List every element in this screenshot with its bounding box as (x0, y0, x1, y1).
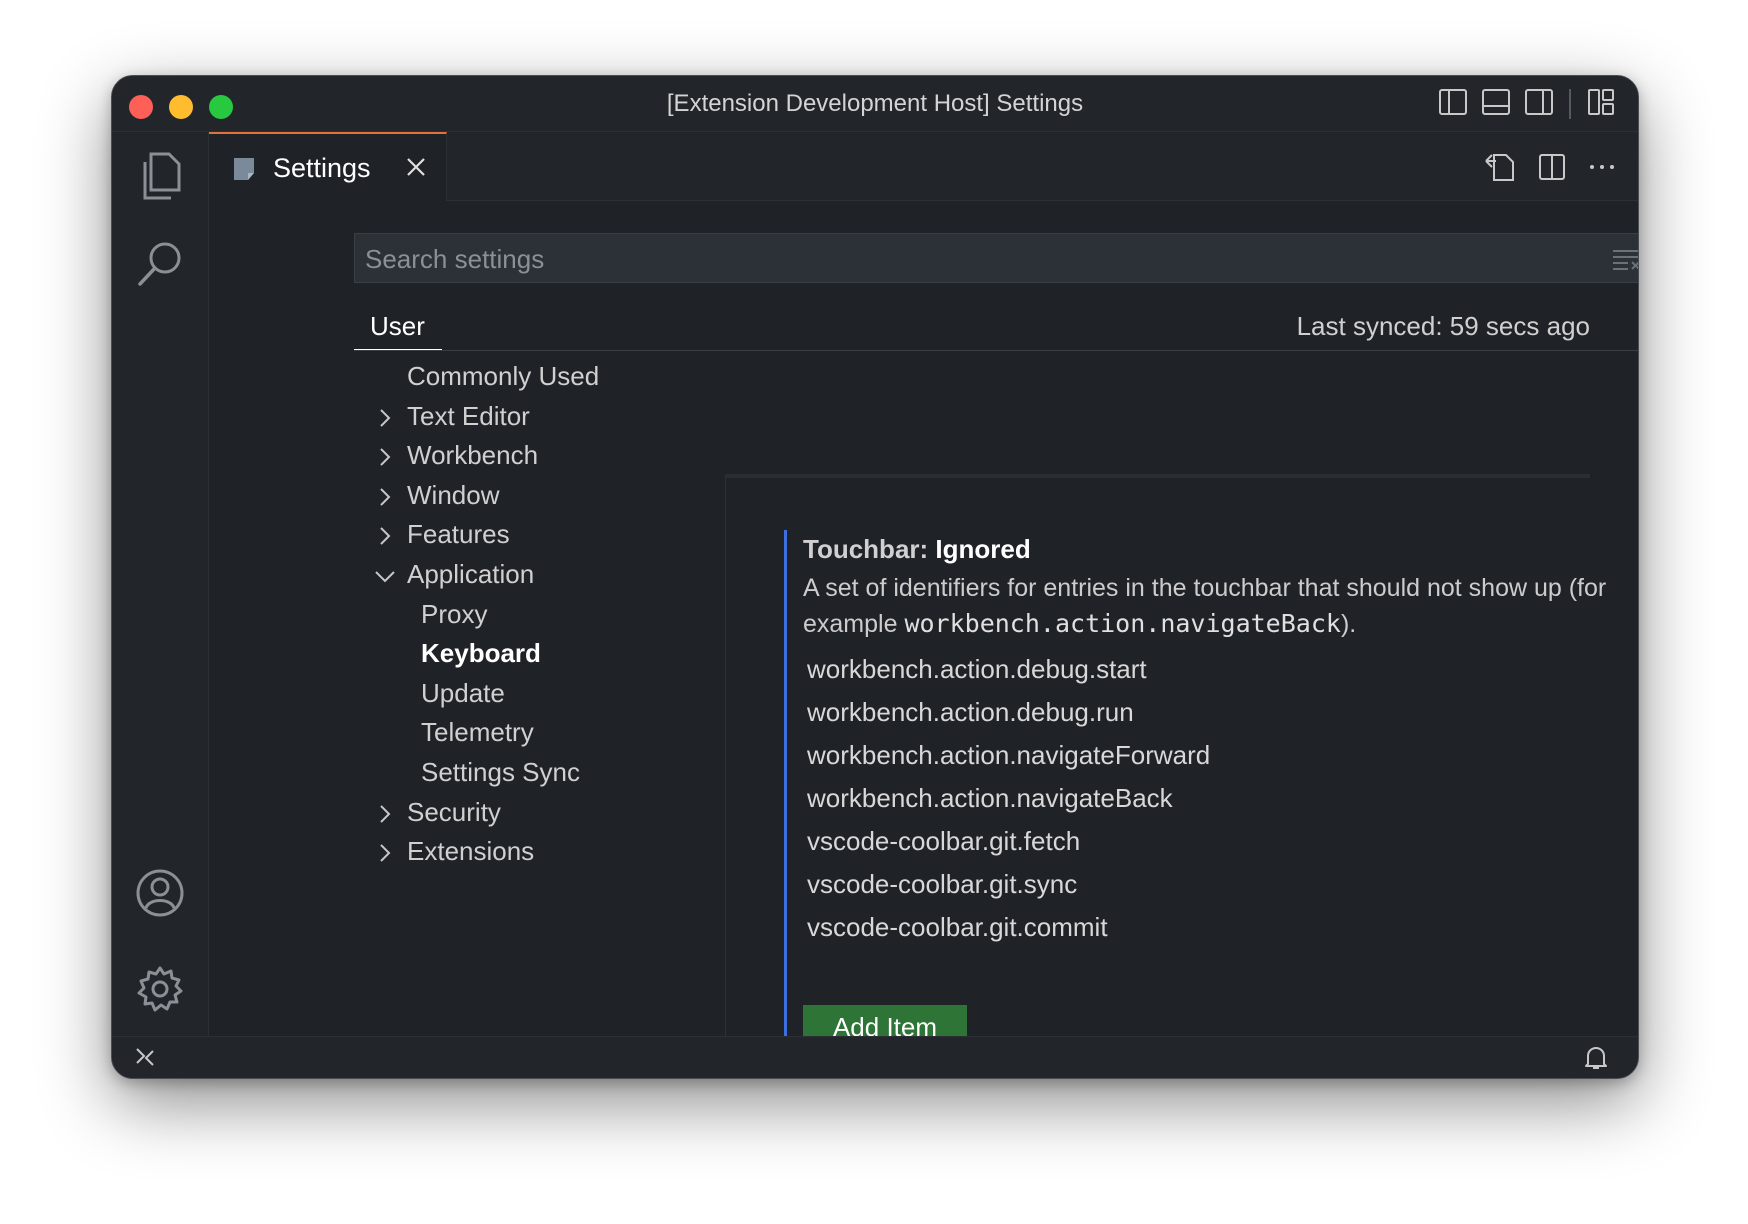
setting-description: A set of identifiers for entries in the … (803, 571, 1633, 642)
toc-item-label: Settings Sync (421, 757, 580, 787)
toc-item-text-editor[interactable]: Text Editor (380, 400, 530, 437)
toc-item-update[interactable]: Update (421, 678, 505, 714)
tab-label: Settings (273, 153, 371, 183)
toc-item-label: Proxy (421, 598, 488, 629)
toc-item-label: Text Editor (407, 400, 530, 431)
layout-separator (1569, 89, 1571, 119)
toggle-secondary-sidebar-icon[interactable] (1524, 87, 1554, 122)
toc-item-label: Workbench (407, 440, 539, 471)
list-item[interactable]: workbench.action.debug.start (807, 654, 1147, 694)
split-editor-icon[interactable] (1538, 153, 1566, 186)
editor-actions (1484, 152, 1616, 187)
chevron-right-icon[interactable] (375, 840, 395, 873)
toc-item-commonly-used[interactable]: Commonly Used (407, 361, 599, 397)
notifications-bell-icon[interactable] (1584, 1045, 1608, 1076)
toc-item-label: Security (407, 796, 501, 827)
toc-item-application[interactable]: Application (375, 559, 535, 595)
chevron-right-icon[interactable] (375, 801, 395, 834)
toc-item-label: Window (407, 479, 500, 510)
remote-icon[interactable] (134, 1045, 156, 1074)
toc-item-label: Update (421, 677, 505, 708)
tab-user-scope[interactable]: User (354, 305, 442, 351)
toc-item-security[interactable]: Security (380, 796, 501, 833)
close-icon[interactable] (405, 156, 427, 183)
chevron-down-icon[interactable] (373, 563, 397, 596)
title-bar: [Extension Development Host] Settings (112, 76, 1638, 132)
list-item[interactable]: vscode-coolbar.git.commit (807, 912, 1108, 952)
layout-controls (1438, 87, 1616, 122)
files-icon[interactable] (133, 149, 187, 203)
settings-list-panel: Touchbar: Ignored A set of identifiers f… (725, 474, 1606, 1060)
chevron-right-icon[interactable] (375, 484, 395, 517)
description-code: workbench.action.navigateBack (904, 609, 1341, 638)
setting-touchbar-ignored: Touchbar: Ignored A set of identifiers f… (784, 530, 1607, 1060)
activity-bar (112, 132, 209, 1036)
toc-item-features[interactable]: Features (380, 519, 510, 555)
last-synced-status: Last synced: 59 secs ago (1296, 311, 1590, 341)
window-title: [Extension Development Host] Settings (666, 90, 1084, 117)
scope-divider (354, 350, 1638, 351)
settings-editor: User Last synced: 59 secs ago Commonly U… (209, 201, 1638, 1060)
toc-item-label: Extensions (407, 836, 535, 867)
search-box (354, 233, 1638, 284)
toc-item-window[interactable]: Window (380, 479, 500, 516)
toc-item-keyboard[interactable]: Keyboard (421, 638, 541, 674)
chevron-right-icon[interactable] (375, 444, 395, 477)
editor-tab-bar: Settings (209, 132, 1638, 201)
list-item[interactable]: vscode-coolbar.git.sync (807, 869, 1077, 909)
chevron-right-icon[interactable] (375, 405, 395, 438)
customize-layout-icon[interactable] (1586, 87, 1616, 122)
toc-item-telemetry[interactable]: Telemetry (421, 717, 534, 753)
account-icon[interactable] (133, 866, 187, 920)
tab-settings[interactable]: Settings (209, 132, 447, 201)
chevron-right-icon[interactable] (375, 523, 395, 556)
toggle-panel-icon[interactable] (1481, 87, 1511, 122)
toc-item-label: Commonly Used (407, 361, 600, 391)
settings-file-icon (233, 157, 255, 186)
user-tab-label: User (370, 311, 425, 341)
open-settings-json-icon[interactable] (1484, 152, 1516, 187)
list-item[interactable]: vscode-coolbar.git.fetch (807, 826, 1080, 866)
search-input[interactable] (355, 234, 1587, 284)
toc-item-workbench[interactable]: Workbench (380, 440, 539, 476)
toc-item-proxy[interactable]: Proxy (421, 599, 487, 635)
toc-item-label: Telemetry (421, 717, 534, 748)
toc-item-extensions[interactable]: Extensions (380, 836, 535, 872)
list-item[interactable]: workbench.action.navigateForward (807, 740, 1210, 780)
toc-item-label: Keyboard (421, 638, 541, 669)
toc-item-label: Application (407, 559, 535, 589)
status-bar (112, 1036, 1638, 1078)
setting-category: Touchbar: (803, 534, 936, 564)
toc-item-label: Features (407, 519, 510, 550)
toggle-primary-sidebar-icon[interactable] (1438, 87, 1468, 122)
setting-name: Ignored (935, 534, 1031, 564)
list-item[interactable]: workbench.action.debug.run (807, 697, 1134, 737)
description-suffix: ). (1340, 610, 1357, 638)
vscode-window: [Extension Development Host] Settings Se… (111, 75, 1639, 1079)
search-icon[interactable] (133, 237, 187, 291)
more-actions-icon[interactable] (1588, 153, 1616, 186)
list-item[interactable]: workbench.action.navigateBack (807, 783, 1173, 823)
toc-item-settings-sync[interactable]: Settings Sync (421, 757, 580, 793)
clear-search-icon[interactable] (1612, 247, 1638, 276)
settings-gear-icon[interactable] (133, 962, 187, 1016)
setting-title: Touchbar: Ignored (803, 534, 1031, 565)
